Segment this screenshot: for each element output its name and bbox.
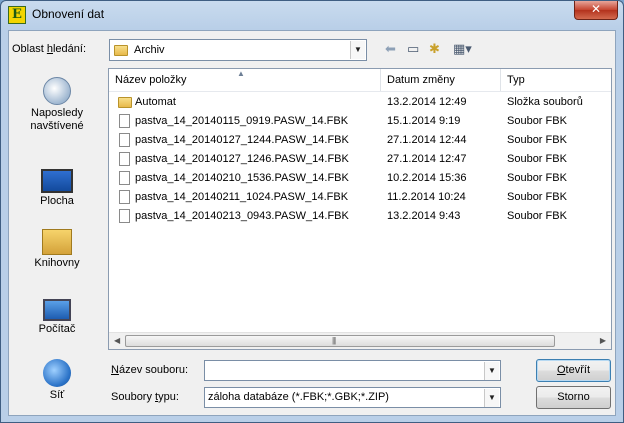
chevron-down-icon[interactable]: ▼ xyxy=(484,389,499,407)
item-name: pastva_14_20140115_0919.PASW_14.FBK xyxy=(135,115,349,127)
file-icon xyxy=(119,209,130,223)
desktop-icon xyxy=(41,169,73,193)
chevron-down-icon[interactable]: ▼ xyxy=(350,41,365,59)
filename-label: Název souboru: xyxy=(111,364,189,376)
place-network[interactable]: Síť xyxy=(9,359,105,402)
libraries-icon xyxy=(42,229,72,255)
scroll-left-icon[interactable]: ◀ xyxy=(114,336,120,345)
item-date: 15.1.2014 9:19 xyxy=(387,115,461,127)
item-date: 13.2.2014 9:43 xyxy=(387,210,461,222)
item-name: pastva_14_20140213_0943.PASW_14.FBK xyxy=(135,210,349,222)
chevron-down-icon[interactable]: ▼ xyxy=(484,362,499,380)
filetype-select[interactable]: záloha databáze (*.FBK;*.GBK;*.ZIP) ▼ xyxy=(204,387,501,408)
header-divider xyxy=(109,91,611,92)
filetype-value: záloha databáze (*.FBK;*.GBK;*.ZIP) xyxy=(208,391,389,403)
file-icon xyxy=(119,152,130,166)
scroll-thumb[interactable]: ||| xyxy=(125,335,555,347)
item-date: 10.2.2014 15:36 xyxy=(387,172,467,184)
item-type: Soubor FBK xyxy=(507,191,567,203)
item-type: Soubor FBK xyxy=(507,115,567,127)
item-type: Složka souborů xyxy=(507,96,583,108)
item-name: pastva_14_20140210_1536.PASW_14.FBK xyxy=(135,172,349,184)
place-label: Počítač xyxy=(38,323,76,335)
sort-arrow-icon: ▲ xyxy=(237,69,245,78)
place-label: Knihovny xyxy=(34,257,80,269)
item-type: Soubor FBK xyxy=(507,153,567,165)
column-header-name[interactable]: ▲ Název položky xyxy=(109,69,381,91)
filename-combobox[interactable]: ▼ xyxy=(204,360,501,381)
file-icon xyxy=(119,190,130,204)
computer-icon xyxy=(43,299,71,321)
horizontal-scrollbar[interactable]: ◀ ||| ▶ xyxy=(109,332,611,349)
place-libraries[interactable]: Knihovny xyxy=(9,229,105,270)
item-name: pastva_14_20140127_1244.PASW_14.FBK xyxy=(135,134,349,146)
close-button[interactable]: ✕ xyxy=(574,1,618,20)
title-bar[interactable]: E Obnovení dat ✕ xyxy=(1,1,623,29)
item-name: pastva_14_20140127_1246.PASW_14.FBK xyxy=(135,153,349,165)
list-item[interactable]: pastva_14_20140127_1246.PASW_14.FBK 27.1… xyxy=(109,150,611,169)
app-icon: E xyxy=(8,6,26,24)
folder-icon xyxy=(114,45,128,56)
file-icon xyxy=(119,114,130,128)
window-title: Obnovení dat xyxy=(32,7,105,21)
look-in-value: Archiv xyxy=(134,44,165,56)
item-type: Soubor FBK xyxy=(507,210,567,222)
scroll-right-icon[interactable]: ▶ xyxy=(600,336,606,345)
place-label: Síť xyxy=(49,389,65,401)
up-folder-icon[interactable]: ▭ xyxy=(407,41,419,57)
grip-icon: ||| xyxy=(332,336,336,345)
file-icon xyxy=(119,133,130,147)
open-button[interactable]: Otevřít xyxy=(536,359,611,382)
item-name: pastva_14_20140211_1024.PASW_14.FBK xyxy=(135,191,349,203)
cancel-button[interactable]: Storno xyxy=(536,386,611,409)
column-header-date[interactable]: Datum změny xyxy=(381,69,501,91)
item-date: 27.1.2014 12:47 xyxy=(387,153,467,165)
file-list[interactable]: ▲ Název položky Datum změny Typ Automat 1… xyxy=(108,68,612,350)
recent-places-icon xyxy=(43,77,71,105)
list-item[interactable]: pastva_14_20140210_1536.PASW_14.FBK 10.2… xyxy=(109,169,611,188)
list-item[interactable]: pastva_14_20140213_0943.PASW_14.FBK 13.2… xyxy=(109,207,611,226)
item-date: 13.2.2014 12:49 xyxy=(387,96,467,108)
place-label: Plocha xyxy=(40,195,74,207)
back-icon[interactable]: ⬅ xyxy=(385,41,396,57)
list-item[interactable]: pastva_14_20140127_1244.PASW_14.FBK 27.1… xyxy=(109,131,611,150)
place-computer[interactable]: Počítač xyxy=(9,295,105,336)
new-folder-icon[interactable]: ✱ xyxy=(429,41,440,57)
list-item[interactable]: pastva_14_20140211_1024.PASW_14.FBK 11.2… xyxy=(109,188,611,207)
item-date: 11.2.2014 10:24 xyxy=(387,191,466,203)
item-type: Soubor FBK xyxy=(507,134,567,146)
item-name: Automat xyxy=(135,96,176,108)
dialog-window: E Obnovení dat ✕ Oblast hledání: Archiv … xyxy=(0,0,624,423)
list-item[interactable]: pastva_14_20140115_0919.PASW_14.FBK 15.1… xyxy=(109,112,611,131)
look-in-label: Oblast hledání: xyxy=(12,43,87,55)
filetype-label: Soubory typu: xyxy=(111,391,179,403)
list-item[interactable]: Automat 13.2.2014 12:49 Složka souborů xyxy=(109,93,611,112)
look-in-combobox[interactable]: Archiv ▼ xyxy=(109,39,367,61)
column-header-type[interactable]: Typ xyxy=(501,69,611,91)
places-bar: Naposledy navštívené Plocha Knihovny Poč… xyxy=(9,67,105,415)
place-desktop[interactable]: Plocha xyxy=(9,165,105,208)
place-recent[interactable]: Naposledy navštívené xyxy=(9,77,105,133)
file-icon xyxy=(119,171,130,185)
dialog-client-area: Oblast hledání: Archiv ▼ ⬅ ▭ ✱ ▦▾ Naposl… xyxy=(8,30,616,416)
views-menu-icon[interactable]: ▦▾ xyxy=(453,41,472,57)
folder-icon xyxy=(118,97,132,108)
item-type: Soubor FBK xyxy=(507,172,567,184)
network-icon xyxy=(43,359,71,387)
place-label: Naposledy navštívené xyxy=(30,107,84,132)
item-date: 27.1.2014 12:44 xyxy=(387,134,467,146)
